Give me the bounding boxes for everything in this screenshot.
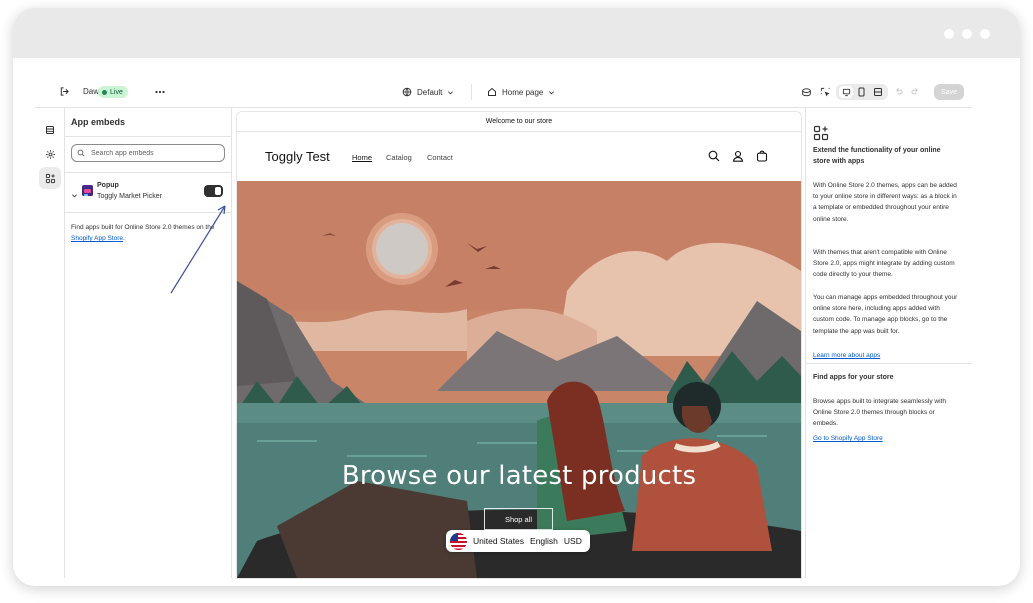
divider [65,172,231,173]
template-selector-label: Default [417,87,443,97]
exit-icon[interactable] [59,86,70,97]
undo-icon[interactable] [894,87,903,96]
info-paragraph: With Online Store 2.0 themes, apps can b… [813,182,957,223]
info-paragraph: You can manage apps embedded throughout … [813,294,958,335]
info-panel: Extend the functionality of your online … [805,108,972,578]
left-rail [35,108,65,578]
window-chrome [13,8,1020,58]
locale-selector[interactable]: United States English USD [446,530,590,552]
shopify-app-store-link[interactable]: Shopify App Store [71,235,123,242]
account-icon[interactable] [732,149,744,167]
cart-icon[interactable] [756,149,768,167]
window-dot [944,29,954,39]
app-logo-icon [82,185,93,196]
shop-all-button[interactable]: Shop all [484,508,553,530]
window-dot [962,29,972,39]
locale-currency: USD [563,536,582,546]
learn-more-link[interactable]: Learn more about apps [813,352,880,359]
inspector-icon[interactable] [820,87,831,98]
desktop-icon[interactable] [839,86,853,98]
fullscreen-icon[interactable] [873,87,883,97]
home-icon [488,87,496,96]
us-flag-icon [450,532,467,550]
panel-title: App embeds [71,117,126,127]
save-button[interactable]: Save [934,84,964,100]
note-text: Find apps built for Online Store 2.0 the… [71,224,215,231]
search-icon [77,149,85,157]
template-selector[interactable]: Default [402,87,454,97]
editor-topbar: Dawn Live Default Home page Save [0,78,1033,108]
search-input[interactable] [91,149,211,157]
hero-banner: Browse our latest products Shop all [237,181,801,578]
topbar-divider [471,84,472,100]
theme-settings-icon[interactable] [39,143,61,165]
announcement-bar: Welcome to our store [237,112,801,132]
app-store-note: Find apps built for Online Store 2.0 the… [71,222,223,244]
info-subtitle: Find apps for your store [813,374,894,381]
redo-icon[interactable] [911,87,920,96]
nav-contact[interactable]: Contact [427,153,453,162]
app-embeds-panel: App embeds Popup Toggly Market Picker Fi… [65,108,232,578]
add-apps-icon [813,125,829,146]
store-name[interactable]: Toggly Test [265,149,330,164]
locale-language: English [530,536,558,546]
app-embed-row: Popup Toggly Market Picker [65,180,231,204]
chevron-down-icon [448,90,454,94]
storefront-preview: Welcome to our store Toggly Test Home Ca… [237,112,801,578]
locale-country: United States [473,536,525,546]
info-paragraph: Browse apps built to integrate seamlessl… [813,398,946,428]
app-embed-toggle[interactable] [204,185,223,197]
toggle-knob [215,187,221,195]
sections-icon[interactable] [39,119,61,141]
mobile-icon[interactable] [857,87,866,97]
app-embed-name: Popup [97,182,119,189]
info-paragraph: With themes that aren't compatible with … [813,249,955,279]
app-embeds-icon[interactable] [39,167,61,189]
nav-home[interactable]: Home [352,153,372,162]
divider [806,363,972,364]
divider [65,136,231,137]
status-badge: Live [98,86,128,98]
nav-catalog[interactable]: Catalog [386,153,412,162]
search-icon[interactable] [708,149,720,167]
shopify-app-store-link[interactable]: Go to Shopify App Store [813,435,883,442]
window-dot [980,29,990,39]
ellipsis-icon[interactable] [155,87,165,97]
note-text-end: . [123,235,125,242]
chevron-down-icon [549,90,555,94]
page-selector-label: Home page [502,87,544,97]
store-header: Toggly Test Home Catalog Contact [237,132,801,180]
status-dot [102,89,107,95]
chevron-down-icon[interactable] [71,186,78,204]
app-embed-source: Toggly Market Picker [97,193,162,200]
status-badge-label: Live [110,88,123,96]
page-selector[interactable]: Home page [487,87,555,97]
store-icon[interactable] [801,87,812,98]
info-title: Extend the functionality of your online … [813,147,941,165]
search-field[interactable] [71,144,225,162]
hero-title: Browse our latest products [341,461,697,491]
globe-icon [402,87,412,97]
divider [65,212,231,213]
